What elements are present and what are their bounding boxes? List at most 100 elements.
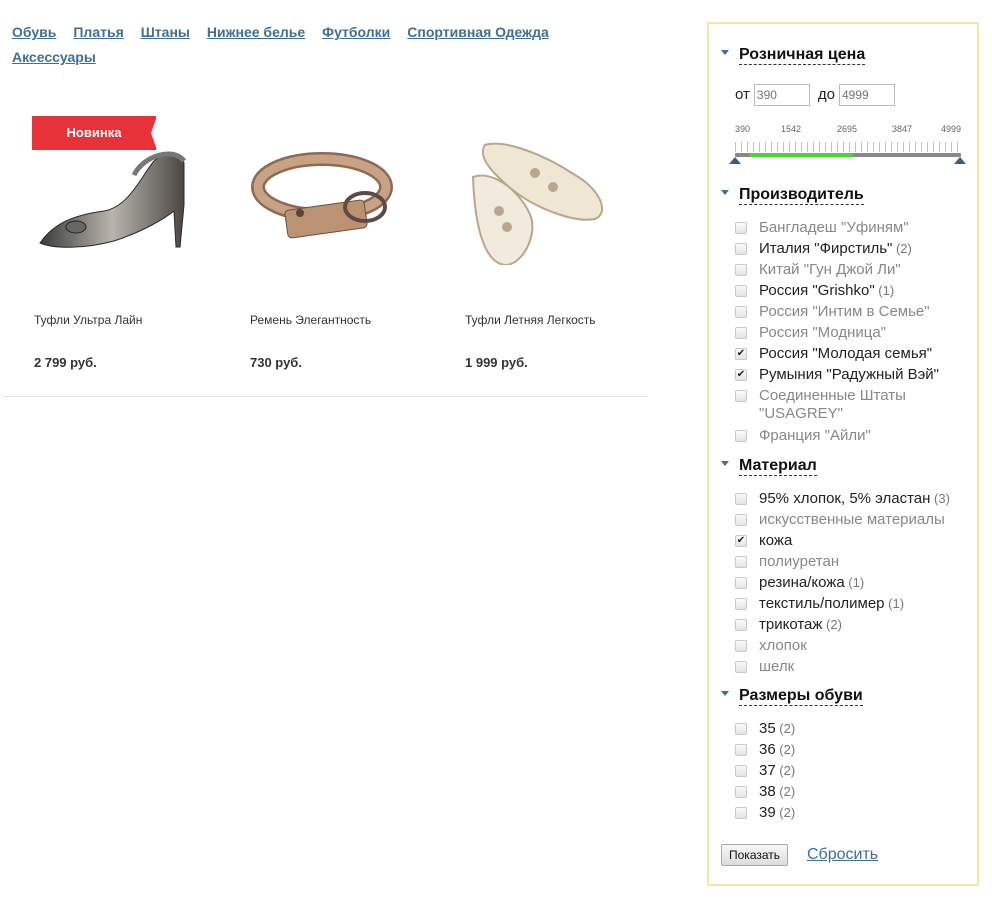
nav-link-tshirts[interactable]: Футболки [322, 20, 390, 44]
maker-option-label: Россия "Интим в Семье" [759, 303, 930, 320]
material-option[interactable]: трикотаж (2) [735, 616, 975, 634]
maker-option[interactable]: Россия "Модница" [735, 324, 975, 342]
maker-option-label: Россия "Модница" [759, 324, 887, 341]
checkbox[interactable] [735, 430, 747, 442]
triangle-down-icon [721, 50, 729, 56]
nav-link-accessories[interactable]: Аксессуары [12, 45, 96, 69]
sizes-option-count: (2) [775, 784, 796, 799]
material-option-label: резина/кожа (1) [759, 574, 865, 591]
checkbox[interactable] [735, 493, 747, 505]
checkbox[interactable] [735, 723, 747, 735]
price-slider-min-handle[interactable] [729, 157, 741, 164]
price-to-input[interactable] [839, 84, 895, 106]
price-filter-toggle[interactable]: Розничная цена [721, 46, 866, 65]
nav-link-dresses[interactable]: Платья [73, 20, 123, 44]
maker-option[interactable]: Франция "Айли" [735, 427, 975, 445]
category-nav: Обувь Платья Штаны Нижнее белье Футболки Спор… [12, 20, 652, 70]
checkbox[interactable] [735, 306, 747, 318]
checkbox[interactable] [735, 598, 747, 610]
material-option-label: полиуретан [759, 553, 840, 570]
scale-label: 2695 [837, 124, 858, 134]
checkbox[interactable] [735, 640, 747, 652]
maker-option[interactable]: Россия "Grishko" (1) [735, 282, 975, 300]
maker-filter-toggle[interactable]: Производитель [721, 186, 864, 205]
checkbox[interactable] [735, 285, 747, 297]
checkbox[interactable] [735, 619, 747, 631]
maker-option-label: Румыния "Радужный Вэй" [759, 366, 939, 383]
material-option[interactable]: резина/кожа (1) [735, 574, 975, 592]
checkbox[interactable] [735, 243, 747, 255]
material-option[interactable]: 95% хлопок, 5% эластан (3) [735, 490, 975, 508]
maker-option-label: Бангладеш "Уфиням" [759, 219, 909, 236]
material-option-label: текстиль/полимер (1) [759, 595, 905, 612]
nav-link-underwear[interactable]: Нижнее белье [207, 20, 305, 44]
price-from-input[interactable] [753, 84, 810, 106]
checkbox-checked[interactable]: ✔ [735, 535, 747, 547]
maker-option[interactable]: ✔ Румыния "Радужный Вэй" [735, 366, 975, 384]
maker-option-count: (2) [892, 241, 912, 256]
sizes-option-label: 36 (2) [759, 741, 796, 758]
new-badge: Новинка [32, 116, 157, 150]
maker-option[interactable]: ✔ Россия "Молодая семья" [735, 345, 975, 363]
summer-shoes-image[interactable] [465, 115, 665, 267]
material-option[interactable]: ✔ кожа [735, 532, 975, 550]
checkbox[interactable] [735, 807, 747, 819]
maker-option[interactable]: Италия "Фирстиль" (2) [735, 240, 975, 258]
product-title[interactable]: Туфли Летняя Легкость [465, 313, 596, 327]
sizes-option[interactable]: 37 (2) [735, 762, 975, 780]
product-title[interactable]: Ремень Элегантность [250, 313, 371, 327]
nav-link-shoes[interactable]: Обувь [12, 20, 56, 44]
maker-option-label: Франция "Айли" [759, 427, 871, 444]
checkbox[interactable] [735, 786, 747, 798]
checkbox[interactable] [735, 556, 747, 568]
price-ticks [735, 142, 961, 152]
product-price: 2 799 руб. [34, 355, 97, 370]
checkbox-checked[interactable]: ✔ [735, 348, 747, 360]
price-slider-max-handle[interactable] [954, 157, 966, 164]
checkbox[interactable] [735, 390, 747, 402]
maker-option[interactable]: Бангладеш "Уфиням" [735, 219, 975, 237]
material-option[interactable]: шелк [735, 658, 975, 676]
material-option-count: (2) [822, 617, 842, 632]
material-option[interactable]: текстиль/полимер (1) [735, 595, 975, 613]
nav-link-sportswear[interactable]: Спортивная Одежда [407, 20, 548, 44]
filter-panel: Розничная цена от до 390 1542 2695 3847 4… [707, 22, 979, 886]
reset-link[interactable]: Сбросить [807, 846, 878, 864]
sizes-filter-toggle[interactable]: Размеры обуви [721, 687, 863, 706]
checkbox[interactable] [735, 577, 747, 589]
checkbox[interactable] [735, 264, 747, 276]
product-title[interactable]: Туфли Ультра Лайн [34, 313, 142, 327]
checkbox[interactable] [735, 661, 747, 673]
show-button[interactable]: Показать [721, 844, 789, 866]
price-to-label: до [817, 85, 835, 103]
sizes-option[interactable]: 39 (2) [735, 804, 975, 822]
maker-option[interactable]: Соединенные Штаты "USAGREY" [735, 387, 975, 423]
checkbox-checked[interactable]: ✔ [735, 369, 747, 381]
material-option-label: искусственные материалы [759, 511, 945, 528]
maker-option-label: Китай "Гун Джой Ли" [759, 261, 901, 278]
material-option[interactable]: искусственные материалы [735, 511, 975, 529]
sizes-option[interactable]: 36 (2) [735, 741, 975, 759]
material-filter-toggle[interactable]: Материал [721, 457, 817, 476]
maker-option-label: Соединенные Штаты "USAGREY" [759, 387, 906, 422]
sizes-option[interactable]: 35 (2) [735, 720, 975, 738]
nav-link-pants[interactable]: Штаны [141, 20, 190, 44]
sizes-option[interactable]: 38 (2) [735, 783, 975, 801]
material-option-label: хлопок [759, 637, 807, 654]
sizes-option-count: (2) [775, 805, 796, 820]
checkbox[interactable] [735, 765, 747, 777]
checkbox[interactable] [735, 222, 747, 234]
maker-option-count: (1) [874, 283, 895, 298]
maker-option[interactable]: Россия "Интим в Семье" [735, 303, 975, 321]
checkbox[interactable] [735, 327, 747, 339]
scale-label: 3847 [892, 124, 913, 134]
triangle-down-icon [721, 691, 729, 697]
material-option[interactable]: хлопок [735, 637, 975, 655]
checkbox[interactable] [735, 514, 747, 526]
sizes-option-count: (2) [775, 742, 796, 757]
sizes-option-label: 37 (2) [759, 762, 796, 779]
checkbox[interactable] [735, 744, 747, 756]
material-option[interactable]: полиуретан [735, 553, 975, 571]
maker-option[interactable]: Китай "Гун Джой Ли" [735, 261, 975, 279]
belt-image[interactable] [250, 115, 450, 265]
